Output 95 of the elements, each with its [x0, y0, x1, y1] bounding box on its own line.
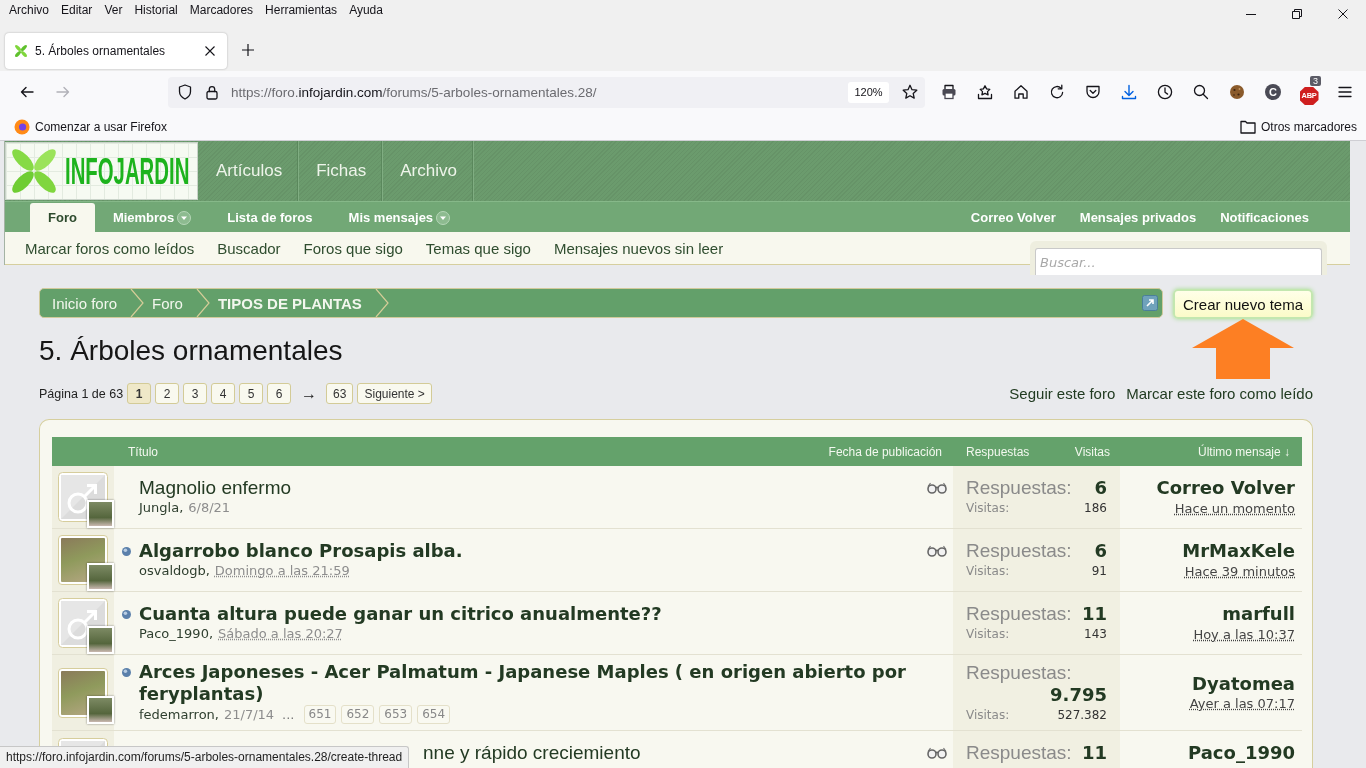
thread-title[interactable]: nne y rápido creciemiento [423, 742, 641, 764]
thread-title[interactable]: Cuanta altura puede ganar un citrico anualmente?? [139, 603, 662, 625]
thread-title[interactable]: Arces Japoneses - Acer Palmatum - Japanese Maples ( en origen abierto por feryplantas) [139, 661, 921, 705]
stat-label: Visitas: [966, 627, 1010, 641]
star-icon[interactable] [902, 84, 918, 100]
clock-icon[interactable] [1157, 84, 1173, 100]
forum-action-link[interactable]: Seguir este foro [1009, 385, 1116, 402]
stat-label: Respuestas: [966, 742, 1072, 764]
last-poster[interactable]: MrMaxKele [1182, 540, 1295, 562]
home-icon[interactable] [1013, 84, 1029, 100]
author-link[interactable]: osvaldogb, [139, 562, 210, 580]
stat-label: Visitas: [966, 707, 1010, 722]
link-url-tooltip: https://foro.infojardin.com/forums/5-arboles-ornamentales.28/create-thread [0, 746, 410, 768]
reload-icon[interactable] [1049, 84, 1065, 100]
page-count-label: Página 1 de 63 [39, 386, 124, 401]
last-poster[interactable]: marfull [1222, 603, 1295, 625]
page-button[interactable]: 4 [211, 383, 236, 404]
restore-icon[interactable] [1292, 9, 1302, 19]
menu-icon[interactable] [1337, 84, 1353, 100]
skip-arrow: → [301, 384, 318, 403]
view-count: 527.382 [1057, 707, 1107, 722]
back-arrow-icon[interactable] [19, 84, 35, 100]
browser-tab[interactable]: 5. Árboles ornamentales [5, 33, 227, 69]
bookmark-item[interactable]: Comenzar a usar Firefox [14, 118, 168, 135]
view-count: 143 [1084, 627, 1107, 641]
reply-count: 9.795 [1050, 683, 1107, 706]
plus-icon[interactable] [242, 44, 254, 56]
menu-item[interactable]: Ver [104, 3, 123, 18]
menu-item[interactable]: Editar [61, 3, 93, 18]
cookie-icon[interactable] [1229, 84, 1245, 100]
create-thread-button[interactable]: Crear nuevo tema [1173, 289, 1313, 319]
star-tray-icon[interactable] [977, 84, 993, 100]
download-icon[interactable] [1121, 84, 1137, 100]
notification-badge: 3 [1310, 76, 1321, 86]
nav-link[interactable]: Foros que sigo [303, 239, 403, 257]
menu-item[interactable]: Archivo [9, 3, 49, 18]
page-button[interactable]: 5 [239, 383, 264, 404]
last-post-time[interactable]: Hace un momento [1174, 500, 1295, 516]
menu-item[interactable]: Marcadores [189, 3, 254, 18]
close-icon[interactable] [1338, 9, 1348, 19]
lock-icon[interactable] [206, 84, 218, 100]
page-title: 5. Árboles ornamentales [39, 334, 343, 368]
stat-label: Respuestas: [966, 661, 1072, 684]
search-icon[interactable] [1193, 84, 1209, 100]
close-icon[interactable] [205, 46, 215, 56]
stat-label: Respuestas: [966, 603, 1072, 625]
last-poster[interactable]: Correo Volver [1156, 477, 1295, 499]
extension-button[interactable]: C [1265, 84, 1281, 100]
nav-tab[interactable]: Foro [30, 203, 95, 232]
url-text: https://foro.infojardin.com/forums/5-arboles-ornamentales.28/ [231, 84, 598, 100]
thread-title[interactable]: Magnolio enfermo [139, 477, 292, 499]
last-post-time[interactable]: Hoy a las 10:37 [1193, 626, 1295, 642]
stat-label: Visitas: [966, 501, 1010, 515]
page-button[interactable]: 2 [155, 383, 180, 404]
last-post-time[interactable]: Hace 39 minutos [1184, 563, 1295, 579]
reply-count: 11 [1081, 603, 1107, 625]
reply-count: 11 [1081, 742, 1107, 764]
menu-item[interactable]: Ayuda [349, 3, 383, 18]
view-count: 91 [1091, 564, 1107, 578]
nav-link[interactable]: Mensajes nuevos sin leer [553, 239, 724, 257]
last-poster[interactable]: Dyatomea [1192, 672, 1295, 695]
leaves-icon [14, 44, 28, 58]
folder-icon [1239, 119, 1256, 134]
view-count: 186 [1084, 501, 1107, 515]
next-page-button[interactable]: Siguiente > [357, 383, 432, 404]
search-field[interactable]: Buscar... [1035, 248, 1322, 275]
menu-item[interactable]: Historial [134, 3, 178, 18]
printer-icon[interactable] [941, 84, 957, 100]
stat-label: Respuestas: [966, 477, 1072, 499]
browser-logo-icon [14, 118, 30, 135]
address-bar[interactable]: https://foro.infojardin.com/forums/5-arboles-ornamentales.28/ 120% [168, 76, 925, 108]
zoom-button[interactable]: 120% [848, 81, 889, 103]
pocket-icon[interactable] [1085, 84, 1101, 100]
reply-count: 6 [1094, 477, 1107, 499]
nav-link[interactable]: Buscador [217, 239, 281, 257]
last-poster[interactable]: Paco_1990 [1188, 742, 1295, 764]
menu-item[interactable]: Herramientas [265, 3, 338, 18]
nav-link[interactable]: Marcar foros como leídos [25, 239, 195, 257]
page-button[interactable]: 3 [183, 383, 208, 404]
last-post-time[interactable]: Ayer a las 07:17 [1189, 696, 1295, 711]
page-button[interactable]: 63 [326, 383, 354, 404]
author-link[interactable]: Paco_1990, [139, 625, 214, 643]
forum-action-link[interactable]: Marcar este foro como leído [1126, 385, 1313, 402]
page-button[interactable]: 1 [127, 383, 152, 404]
stat-label: Respuestas: [966, 540, 1072, 562]
author-link[interactable]: fedemarron, [139, 705, 219, 724]
stat-label: Visitas: [966, 564, 1010, 578]
reply-count: 6 [1094, 540, 1107, 562]
author-link[interactable]: Jungla, [139, 499, 184, 517]
page-button[interactable]: 6 [267, 383, 292, 404]
bookmark-folder[interactable]: Otros marcadores [1239, 119, 1357, 134]
shield-icon[interactable] [178, 84, 192, 100]
page-gap: ... [282, 705, 295, 724]
thread-title[interactable]: Algarrobo blanco Prosapis alba. [139, 540, 463, 562]
nav-link[interactable]: Temas que sigo [425, 239, 531, 257]
